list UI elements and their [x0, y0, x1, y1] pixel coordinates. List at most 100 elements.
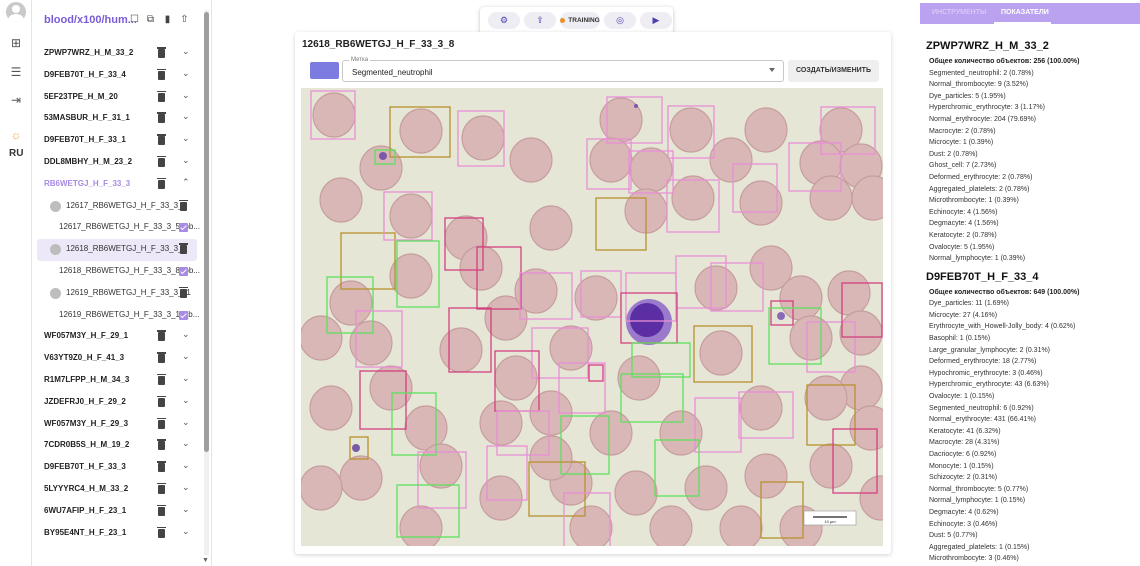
chevron-down-icon[interactable]: ⌄ — [182, 460, 190, 471]
sun-icon[interactable]: ☼ — [9, 128, 23, 142]
erythrocyte — [589, 410, 633, 456]
trash-icon[interactable] — [179, 243, 188, 255]
tree-group-row[interactable]: BY95E4NT_H_F_23_1 ⌄ — [32, 523, 202, 545]
upload-icon[interactable]: ⇧ — [179, 14, 190, 25]
checkbox-checked-icon[interactable] — [179, 310, 188, 320]
trash-icon[interactable] — [157, 47, 166, 58]
tree-group-row[interactable]: WF057M3Y_H_F_29_3 ⌄ — [32, 414, 202, 436]
tab-tools[interactable]: ИНСТРУМЕНТЫ — [932, 9, 986, 16]
avatar[interactable] — [6, 2, 26, 22]
tree-group-row[interactable]: R1M7LFPP_H_M_34_3 ⌄ — [32, 370, 202, 392]
add-box-icon[interactable]: ⊞ — [9, 36, 23, 50]
chevron-down-icon[interactable]: ⌄ — [182, 351, 190, 362]
trash-icon[interactable] — [157, 373, 166, 385]
database-icon[interactable]: ☰ — [9, 65, 23, 79]
tree-group-row[interactable]: ZPWP7WRZ_H_M_33_2 ⌄ — [32, 43, 202, 65]
chevron-down-icon[interactable]: ⌄ — [182, 155, 190, 166]
tree-group-row[interactable]: D9FEB70T_H_F_33_3 ⌄ — [32, 457, 202, 479]
erythrocyte — [329, 280, 373, 326]
tree-group-row[interactable]: 6WU7AFIP_H_F_23_1 ⌄ — [32, 501, 202, 523]
trash-icon[interactable] — [157, 417, 166, 429]
tree-group-row[interactable]: 53MASBUR_H_F_31_1 ⌄ — [32, 108, 202, 130]
trash-icon[interactable] — [157, 330, 166, 342]
chevron-down-icon[interactable]: ⌄ — [182, 417, 190, 428]
tree-group-row[interactable]: D9FEB70T_H_F_33_1 ⌄ — [32, 130, 202, 152]
chevron-down-icon[interactable]: ⌄ — [182, 438, 190, 449]
tree-markup-row[interactable]: 12619_RB6WETGJ_H_F_33_3_11_b... — [32, 305, 202, 327]
scrollbar-thumb[interactable] — [204, 12, 209, 452]
platelet — [379, 152, 387, 160]
stats-item: Macrocyte: 28 (4.31%) — [929, 439, 1000, 447]
trash-icon[interactable] — [157, 482, 166, 494]
chevron-down-icon[interactable]: ⌄ — [182, 111, 190, 122]
tree-image-row[interactable]: 12617_RB6WETGJ_H_F_33_3_5 — [32, 196, 202, 218]
chevron-down-icon[interactable]: ⌄ — [182, 482, 190, 493]
trash-icon[interactable] — [157, 439, 166, 451]
tree-group-row[interactable]: WF057M3Y_H_F_29_1 ⌄ — [32, 326, 202, 348]
trash-icon[interactable] — [157, 352, 166, 364]
trash-icon[interactable] — [157, 504, 166, 516]
checkbox-checked-icon[interactable] — [179, 266, 188, 276]
trash-icon[interactable] — [157, 155, 166, 167]
language-toggle[interactable]: RU — [9, 148, 23, 159]
bounding-box[interactable] — [694, 397, 742, 453]
trash-icon[interactable] — [157, 461, 166, 473]
tree-group-row[interactable]: D9FEB70T_H_F_33_4 ⌄ — [32, 65, 202, 87]
trash-icon[interactable] — [157, 134, 166, 146]
logout-icon[interactable]: ⇥ — [9, 93, 23, 107]
project-tree: blood/x100/hum... ☐ ⧉ ▮ ⇧ ZPWP7WRZ_H_M_3… — [32, 0, 212, 566]
trash-icon[interactable] — [157, 177, 166, 189]
chevron-down-icon[interactable]: ⌄ — [182, 46, 190, 57]
tree-image-row[interactable]: 12618_RB6WETGJ_H_F_33_3_8 — [37, 239, 197, 261]
bounding-box[interactable] — [588, 364, 604, 382]
training-button[interactable]: TRAINING — [560, 12, 600, 29]
chevron-down-icon[interactable]: ⌄ — [182, 373, 190, 384]
checkbox-checked-icon[interactable] — [179, 223, 188, 233]
left-rail: ⊞ ☰ ⇥ ☼ RU — [0, 0, 32, 566]
tree-group-row[interactable]: 5LYYYRC4_H_M_33_2 ⌄ — [32, 479, 202, 501]
project-title[interactable]: blood/x100/hum... — [44, 14, 137, 26]
chevron-down-icon[interactable]: ⌄ — [182, 329, 190, 340]
tree-group-row[interactable]: JZDEFRJ0_H_F_29_2 ⌄ — [32, 392, 202, 414]
trash-icon[interactable] — [157, 112, 166, 124]
tree-group-row[interactable]: 5EF23TPE_H_M_20 ⌄ — [32, 87, 202, 109]
tree-group-row[interactable]: RB6WETGJ_H_F_33_3 ⌃ — [32, 174, 202, 196]
tree-group-row[interactable]: V63YT9Z0_H_F_41_3 ⌄ — [32, 348, 202, 370]
trash-icon[interactable] — [157, 395, 166, 407]
chevron-down-icon[interactable]: ⌄ — [182, 395, 190, 406]
trash-icon[interactable]: ▮ — [162, 14, 173, 25]
tab-metrics[interactable]: ПОКАЗАТЕЛИ — [1001, 9, 1049, 16]
copy-icon[interactable]: ⧉ — [145, 14, 156, 25]
tree-group-row[interactable]: DDL8MBHY_H_M_23_2 ⌄ — [32, 152, 202, 174]
chevron-down-icon[interactable]: ⌄ — [182, 90, 190, 101]
settings-button[interactable]: ⚙ — [488, 12, 520, 29]
microscope-image[interactable]: 10 µm — [301, 88, 883, 546]
tree-markup-row[interactable]: 12617_RB6WETGJ_H_F_33_3_5_bb... — [32, 217, 202, 239]
chevron-up-icon[interactable]: ⌃ — [182, 177, 190, 188]
erythrocyte — [479, 475, 523, 521]
tree-row-label: 6WU7AFIP_H_F_23_1 — [44, 505, 127, 515]
trash-icon[interactable] — [179, 199, 188, 211]
checkbox-icon[interactable]: ☐ — [129, 14, 140, 25]
chevron-down-icon[interactable]: ⌄ — [182, 504, 190, 515]
chevron-down-icon[interactable]: ⌄ — [182, 133, 190, 144]
annotation-canvas[interactable]: 10 µm — [301, 88, 883, 546]
scroll-down-icon[interactable]: ▼ — [202, 557, 209, 564]
play-button[interactable]: ▶ — [640, 12, 672, 29]
trash-icon[interactable] — [179, 286, 188, 298]
scale-bar-label: 10 µm — [824, 519, 836, 524]
tree-image-row[interactable]: 12619_RB6WETGJ_H_F_33_3_11 — [32, 283, 202, 305]
chevron-down-icon[interactable]: ⌄ — [182, 68, 190, 79]
trash-icon[interactable] — [157, 90, 166, 102]
trash-icon[interactable] — [157, 526, 166, 538]
label-color-swatch[interactable] — [310, 62, 339, 79]
label-select[interactable]: Метка Segmented_neutrophil — [342, 57, 784, 82]
upload-button[interactable]: ⇪ — [524, 12, 556, 29]
tree-markup-row[interactable]: 12618_RB6WETGJ_H_F_33_3_8_bb... — [32, 261, 202, 283]
create-edit-button[interactable]: СОЗДАТЬ/ИЗМЕНИТЬ — [788, 60, 879, 82]
trash-icon[interactable] — [157, 68, 166, 80]
chevron-down-icon[interactable]: ⌄ — [182, 526, 190, 537]
tree-group-row[interactable]: 7CDR0B5S_H_M_19_2 ⌄ — [32, 435, 202, 457]
tree-scrollbar[interactable] — [204, 10, 209, 555]
chat-button[interactable]: ◎ — [604, 12, 636, 29]
